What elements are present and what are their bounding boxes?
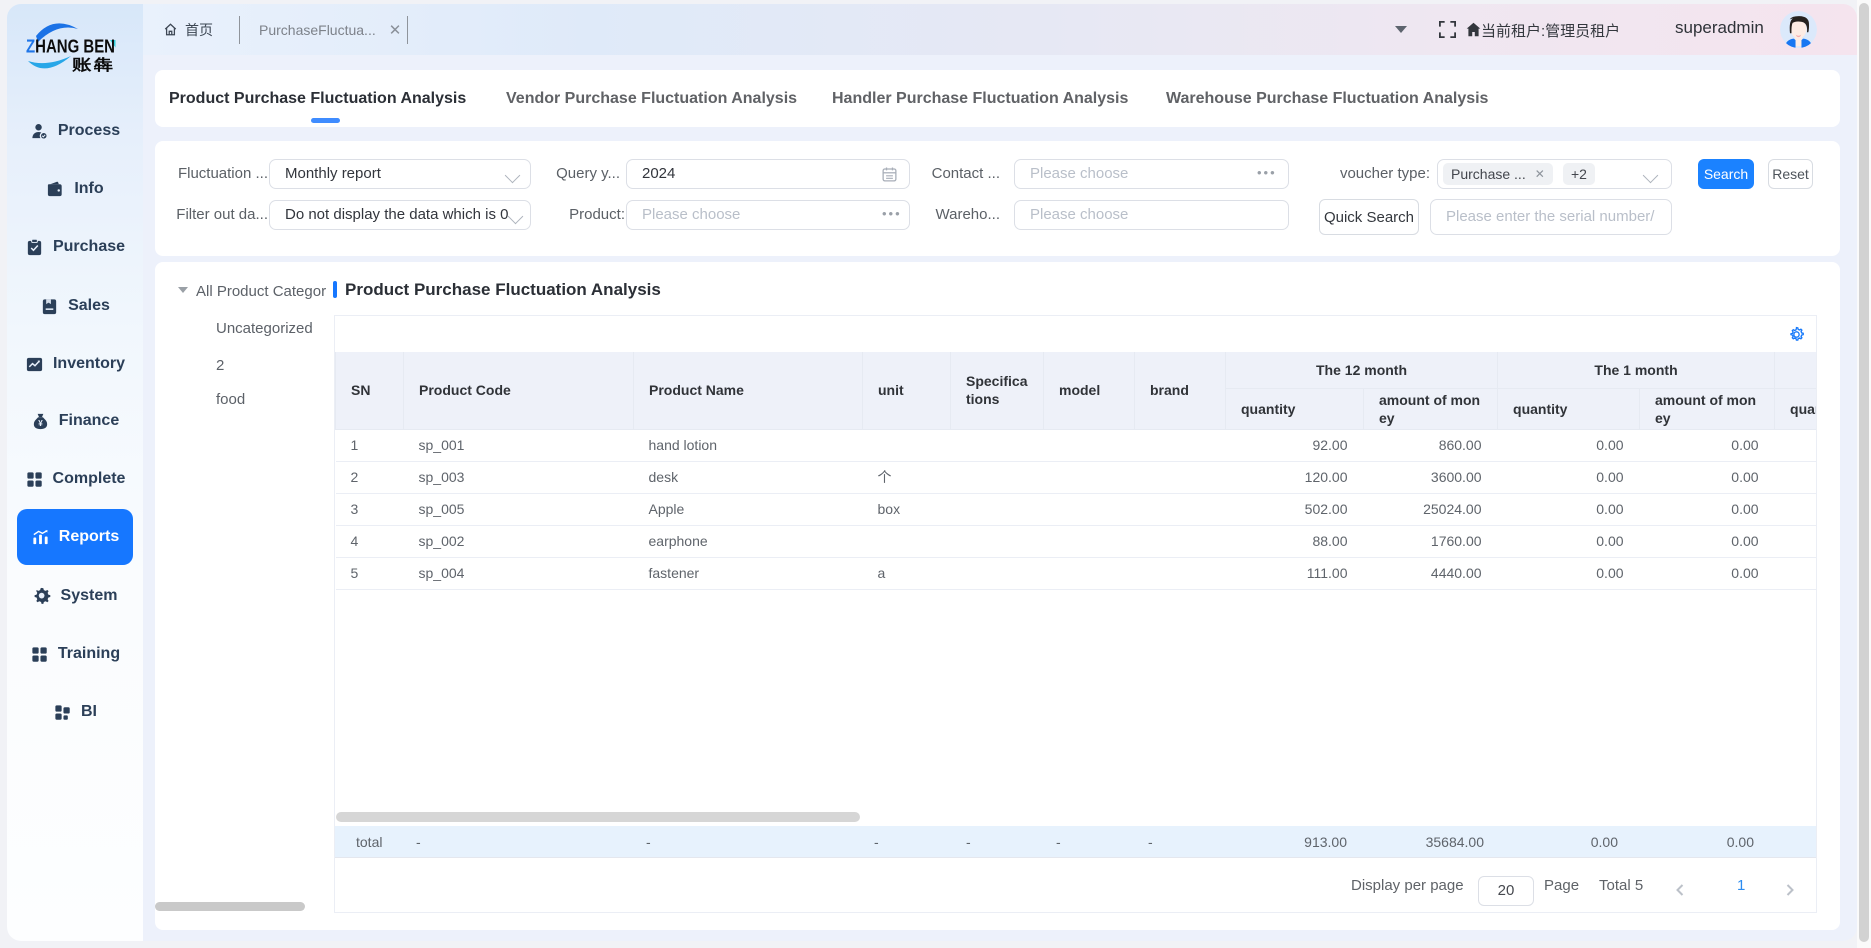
svg-text:账犇: 账犇	[72, 56, 115, 73]
svg-text:¥: ¥	[38, 418, 43, 427]
svg-text:ZHANG BEN: ZHANG BEN	[26, 37, 115, 57]
